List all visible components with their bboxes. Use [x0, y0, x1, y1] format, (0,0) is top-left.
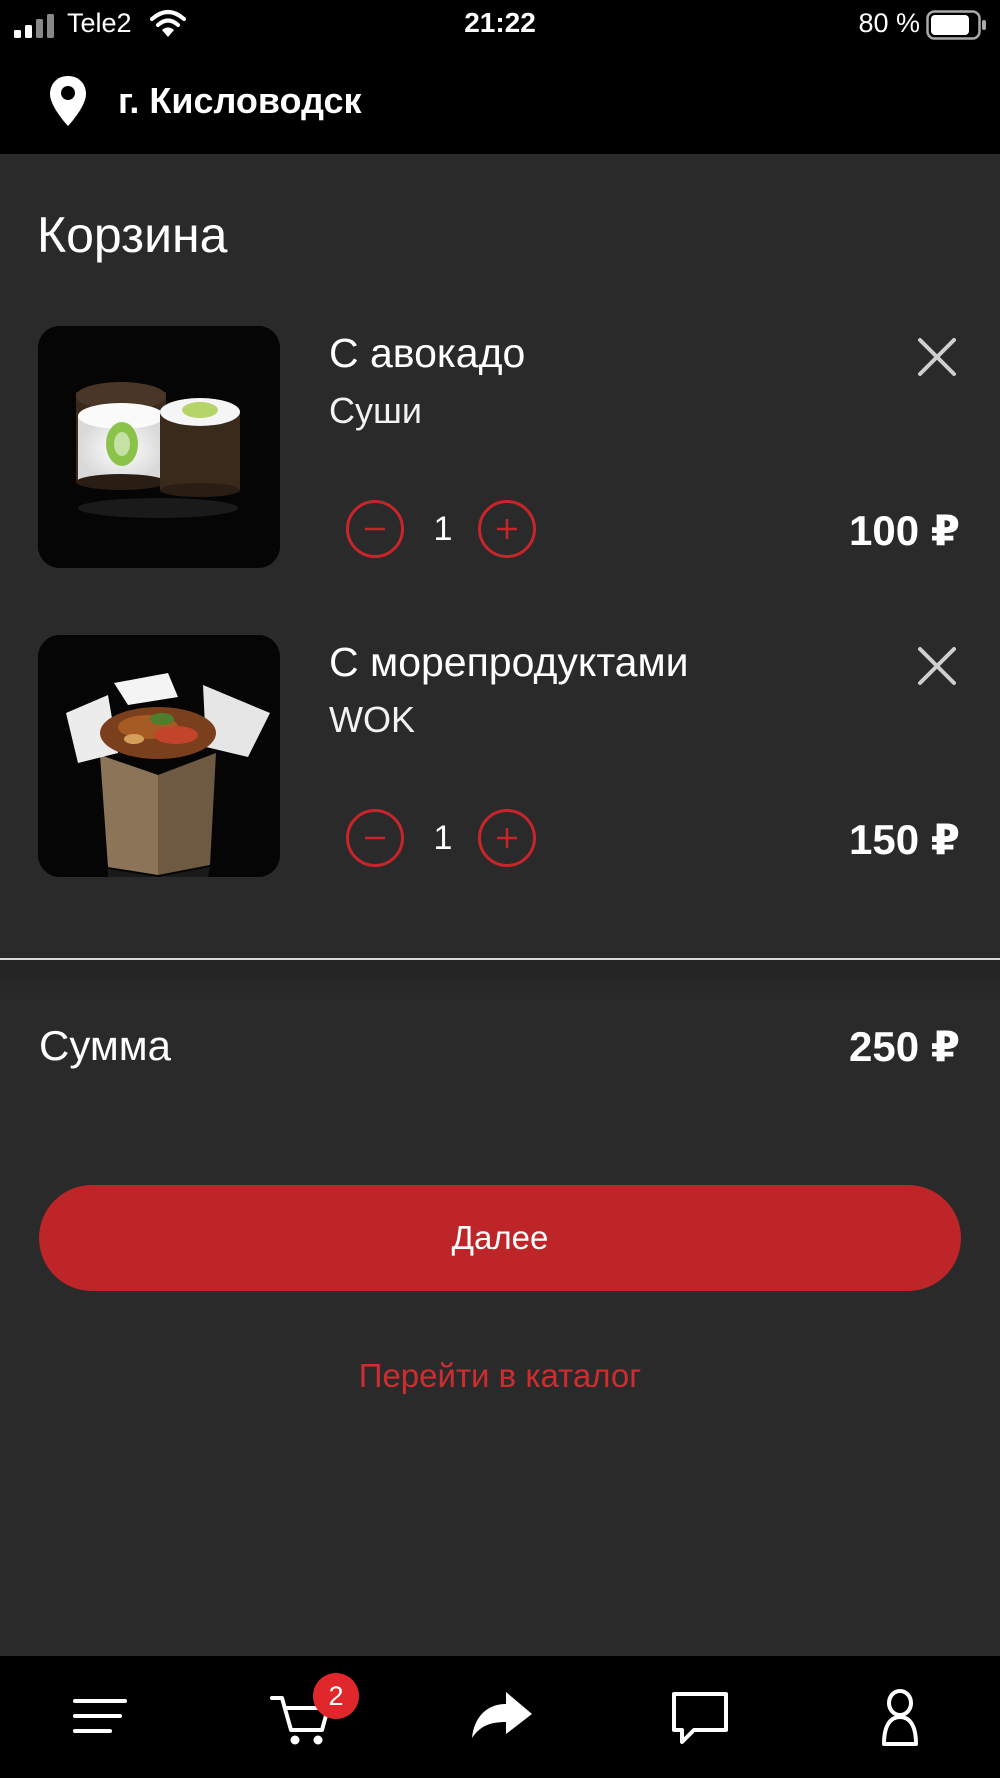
app-header: г. Кисловодск — [0, 52, 1000, 154]
minus-icon — [365, 527, 385, 531]
city-selector[interactable]: г. Кисловодск — [118, 80, 362, 122]
close-icon[interactable] — [914, 643, 960, 689]
share-icon — [472, 1692, 532, 1738]
cart-count-badge: 2 — [313, 1673, 359, 1719]
increase-quantity-button[interactable] — [478, 809, 536, 867]
tab-share[interactable] — [460, 1676, 540, 1756]
cart-item: С морепродуктами WOK 1 150 ₽ — [0, 635, 1000, 877]
location-pin-icon[interactable] — [48, 74, 88, 128]
next-button-label: Далее — [451, 1219, 549, 1256]
close-icon[interactable] — [914, 334, 960, 380]
quantity-value: 1 — [433, 819, 453, 857]
minus-icon — [365, 836, 385, 840]
battery-icon — [926, 10, 986, 40]
clock: 21:22 — [464, 7, 536, 38]
cart-item: С авокадо Суши 1 100 ₽ — [0, 326, 1000, 568]
product-image-wok — [38, 635, 280, 877]
item-category: Суши — [329, 390, 422, 431]
item-name: С морепродуктами — [329, 639, 689, 685]
tab-menu[interactable] — [60, 1676, 140, 1756]
total-value: 250 ₽ — [849, 1023, 960, 1070]
increase-quantity-button[interactable] — [478, 500, 536, 558]
quantity-value: 1 — [433, 510, 453, 548]
item-name: С авокадо — [329, 330, 526, 376]
tab-bar — [0, 1656, 1000, 1778]
chat-icon — [672, 1692, 728, 1744]
item-price: 100 ₽ — [849, 507, 960, 554]
item-category: WOK — [329, 699, 415, 740]
profile-icon — [882, 1689, 918, 1746]
tab-profile[interactable] — [860, 1676, 940, 1756]
menu-icon — [73, 1699, 127, 1733]
plus-icon — [497, 519, 517, 539]
item-price: 150 ₽ — [849, 816, 960, 863]
decrease-quantity-button[interactable] — [346, 500, 404, 558]
divider-shadow — [0, 960, 1000, 1000]
page-title: Корзина — [37, 207, 228, 263]
next-button[interactable]: Далее — [39, 1185, 961, 1291]
total-label: Сумма — [39, 1022, 171, 1069]
decrease-quantity-button[interactable] — [346, 809, 404, 867]
status-bar: Tele2 21:22 80 % — [0, 0, 1000, 52]
plus-icon — [497, 828, 517, 848]
product-image-sushi — [38, 326, 280, 568]
go-to-catalog-link[interactable]: Перейти в каталог — [0, 1357, 1000, 1395]
battery-percent: 80 % — [858, 8, 920, 38]
tab-chat[interactable] — [660, 1676, 740, 1756]
